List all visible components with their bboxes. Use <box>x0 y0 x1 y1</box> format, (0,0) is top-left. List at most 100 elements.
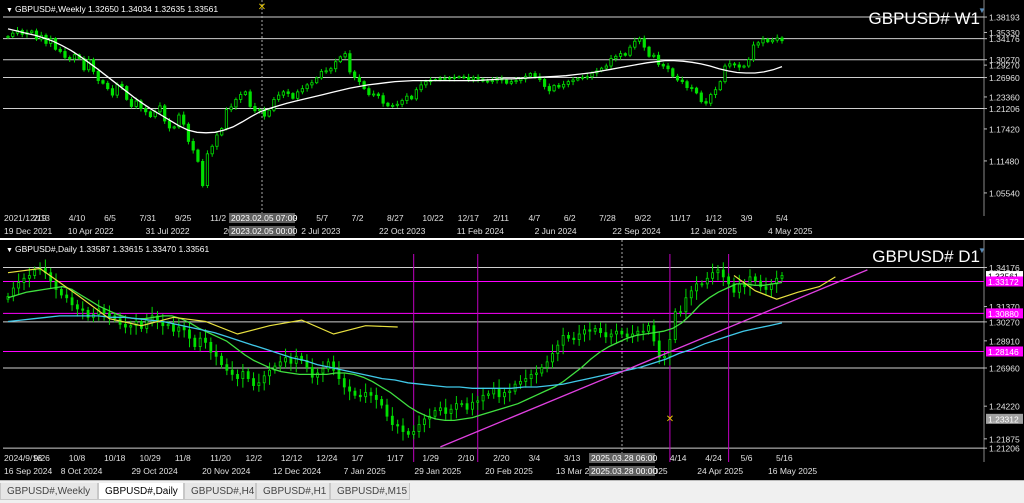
daily-chart[interactable]: 1.341761.335611.331721.313701.308801.302… <box>0 240 1024 480</box>
candle <box>167 120 172 129</box>
tab-daily[interactable]: GBPUSD#,Daily <box>98 483 184 500</box>
candle <box>224 109 229 129</box>
candle <box>524 378 528 382</box>
time-label-top: 7/28 <box>599 213 616 223</box>
candle <box>252 378 255 386</box>
price-label: 1.33172 <box>988 277 1019 287</box>
time-label-top: 11/20 <box>210 453 231 463</box>
candle <box>542 79 547 87</box>
candle <box>72 54 77 60</box>
candle <box>504 79 509 84</box>
time-label-top: 5/16 <box>776 453 793 463</box>
tab-h1[interactable]: GBPUSD#,H1 <box>256 483 330 500</box>
candle <box>470 401 474 410</box>
candle <box>110 88 115 96</box>
candle <box>182 326 186 331</box>
candle <box>215 134 219 147</box>
time-label-top: 1/17 <box>387 453 404 463</box>
candle <box>742 65 746 68</box>
time-label-top: 9/22 <box>635 213 652 223</box>
candle <box>721 269 725 278</box>
time-label-bottom: 19 Dec 2021 <box>4 226 52 236</box>
candle <box>438 407 442 412</box>
time-label-bottom: 29 Oct 2024 <box>131 466 178 476</box>
time-label-bottom: 22 Sep 2024 <box>612 226 660 236</box>
candle <box>424 81 428 86</box>
candle <box>253 106 257 112</box>
time-label-top: 12/2 <box>246 453 263 463</box>
candle <box>201 160 205 187</box>
candle <box>267 109 271 117</box>
tab-m15[interactable]: GBPUSD#,M15 <box>330 483 410 500</box>
tab-weekly[interactable]: GBPUSD#,Weekly <box>0 483 98 500</box>
time-label-bottom: 16 May 2025 <box>768 466 817 476</box>
candle <box>405 95 409 101</box>
candle <box>348 386 352 392</box>
candle <box>567 335 570 339</box>
time-label-top: 2/10 <box>458 453 475 463</box>
candle <box>690 87 694 89</box>
time-label-top: 8/27 <box>387 213 404 223</box>
candle <box>628 46 632 56</box>
weekly-chart-panel[interactable]: 1.38193 1.35330 1.34176 1.30270 1.29270 1.269… <box>0 0 1024 239</box>
symbol-timeframe-label: GBPUSD# D1 <box>872 247 980 266</box>
candle <box>716 269 720 274</box>
candle <box>718 81 722 91</box>
candle <box>583 329 586 335</box>
candle <box>196 149 200 162</box>
candle <box>604 332 608 338</box>
candle <box>576 78 580 81</box>
crosshair-date: 2025.03.28 00:00 <box>591 466 657 476</box>
candle <box>381 95 385 104</box>
candle <box>172 323 175 332</box>
candle <box>281 91 286 96</box>
daily-chart-panel[interactable]: 1.341761.335611.331721.313701.308801.302… <box>0 240 1024 480</box>
candle <box>593 328 597 332</box>
candle <box>751 44 756 60</box>
candle <box>668 339 672 357</box>
shift-marker-icon: ▼ <box>978 6 986 15</box>
candle <box>533 73 537 78</box>
candle <box>236 374 239 379</box>
candle <box>338 56 342 63</box>
candle <box>353 390 357 396</box>
candle <box>571 79 575 83</box>
candle <box>412 431 416 435</box>
weekly-chart[interactable]: 1.381931.353301.341761.302701.292701.269… <box>0 0 1024 238</box>
candle <box>305 84 309 90</box>
candle <box>374 394 378 400</box>
candle <box>367 88 371 95</box>
time-label-bottom: 20 Feb 2025 <box>485 466 533 476</box>
time-label-bottom: 2 Jul 2023 <box>301 226 340 236</box>
candle <box>246 371 250 379</box>
candle <box>319 71 323 79</box>
candle <box>547 86 551 92</box>
chart-info-line: GBPUSD#,Weekly 1.32650 1.34034 1.32635 1… <box>15 4 218 14</box>
candle <box>618 53 623 57</box>
candle <box>599 328 602 334</box>
candle <box>481 394 485 402</box>
candle <box>395 103 399 106</box>
candle <box>321 368 325 374</box>
price-label: 1.29270 <box>989 61 1020 71</box>
candle <box>364 392 368 398</box>
candle <box>780 275 784 279</box>
collapse-arrow-icon: ▼ <box>6 7 13 14</box>
tab-h4[interactable]: GBPUSD#,H4 <box>184 483 256 500</box>
shift-marker-icon: ▼ <box>978 246 986 255</box>
crosshair-marker-icon: ✕ <box>666 414 674 425</box>
price-label: 1.38193 <box>989 13 1020 23</box>
candle <box>396 424 400 427</box>
candle <box>134 100 138 107</box>
candle <box>380 399 384 406</box>
candle <box>163 105 167 122</box>
candle <box>503 392 506 398</box>
candle <box>656 54 661 65</box>
candle <box>386 102 390 107</box>
candle <box>300 88 305 93</box>
candle <box>509 81 513 84</box>
time-label-bottom: 22 Oct 2023 <box>379 226 426 236</box>
time-label-top: 4/14 <box>670 453 687 463</box>
candle <box>376 93 380 97</box>
crosshair-time: 2023.02.05 07:00 <box>231 213 297 223</box>
